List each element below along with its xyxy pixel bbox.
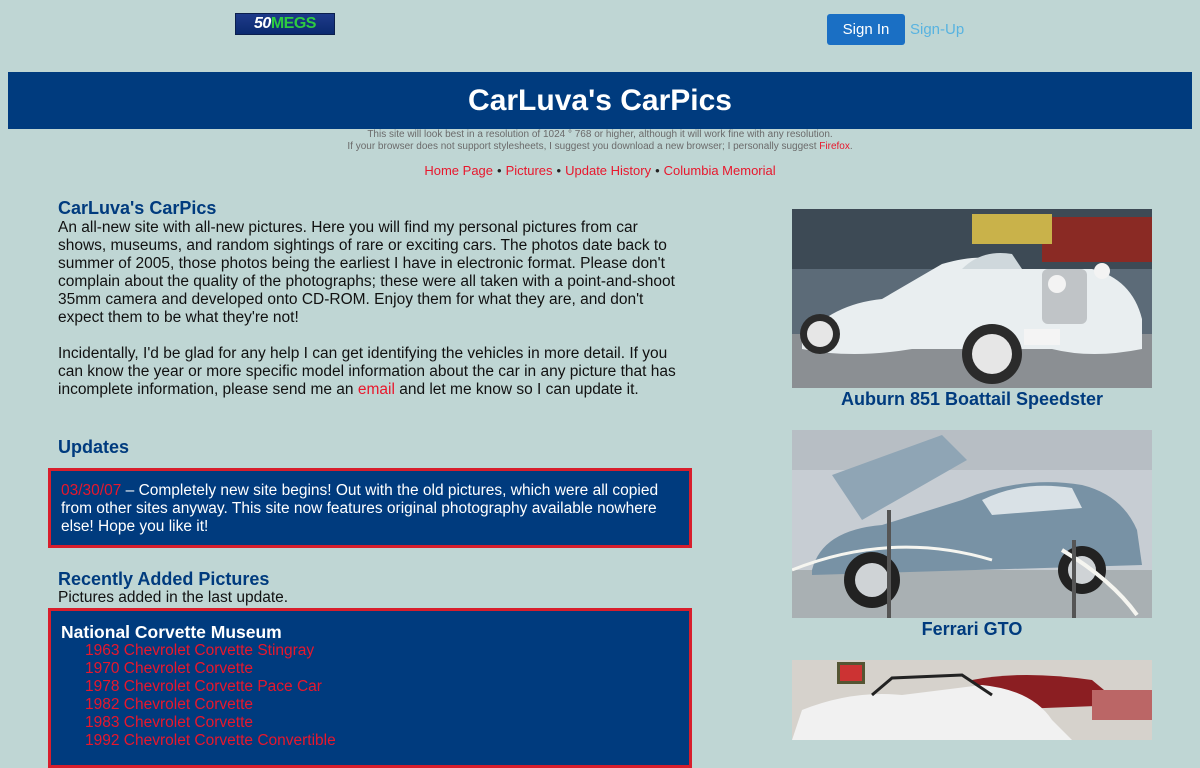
featured-caption[interactable]: Auburn 851 Boattail Speedster xyxy=(792,389,1152,410)
intro-section: CarLuva's CarPics An all-new site with a… xyxy=(58,198,688,399)
firefox-link[interactable]: Firefox xyxy=(819,141,850,152)
featured-photo-2[interactable]: Ferrari GTO xyxy=(792,430,1152,640)
nav-columbia-memorial[interactable]: Columbia Memorial xyxy=(664,163,776,178)
car-photo-white-roadster[interactable] xyxy=(792,209,1152,388)
site-title-banner: CarLuva's CarPics xyxy=(8,72,1192,129)
resolution-notice: This site will look best in a resolution… xyxy=(0,129,1200,153)
featured-photo-3[interactable] xyxy=(792,660,1152,740)
car-link[interactable]: 1963 Chevrolet Corvette Stingray xyxy=(85,642,679,660)
site-title: CarLuva's CarPics xyxy=(468,83,732,117)
car-link[interactable]: 1992 Chevrolet Corvette Convertible xyxy=(85,732,679,750)
nav-separator: • xyxy=(556,163,562,178)
featured-caption[interactable]: Ferrari GTO xyxy=(792,619,1152,640)
intro-paragraph-2: Incidentally, I'd be glad for any help I… xyxy=(58,345,676,398)
car-photo-blue-coupe[interactable] xyxy=(792,430,1152,618)
notice-line-1: This site will look best in a resolution… xyxy=(367,129,833,140)
car-link[interactable]: 1970 Chevrolet Corvette xyxy=(85,660,679,678)
nav-home-page[interactable]: Home Page xyxy=(424,163,493,178)
sign-up-link[interactable]: Sign-Up xyxy=(910,21,964,38)
main-nav: Home Page • Pictures • Update History • Columb… xyxy=(0,163,1200,178)
nav-separator: • xyxy=(497,163,502,178)
notice-line-2: If your browser does not support stylesh… xyxy=(347,141,853,152)
nav-separator: • xyxy=(655,163,660,178)
update-entry: 03/30/07 – Completely new site begins! O… xyxy=(48,468,692,548)
car-link[interactable]: 1983 Chevrolet Corvette xyxy=(85,714,679,732)
email-link[interactable]: email xyxy=(358,381,395,398)
car-photo-white-convertible[interactable] xyxy=(792,660,1152,740)
nav-update-history[interactable]: Update History xyxy=(565,163,651,178)
update-date: 03/30/07 xyxy=(61,482,122,499)
car-link[interactable]: 1982 Chevrolet Corvette xyxy=(85,696,679,714)
recent-pictures-box: National Corvette Museum 1963 Chevrolet … xyxy=(48,608,692,768)
recent-subtitle: Pictures added in the last update. xyxy=(58,589,289,606)
car-link[interactable]: 1978 Chevrolet Corvette Pace Car xyxy=(85,678,679,696)
recent-heading: Recently Added Pictures xyxy=(58,569,270,589)
nav-pictures[interactable]: Pictures xyxy=(506,163,553,178)
update-text: – Completely new site begins! Out with t… xyxy=(61,482,659,535)
sign-in-button[interactable]: Sign In xyxy=(827,14,905,45)
updates-heading: Updates xyxy=(58,437,130,457)
intro-heading: CarLuva's CarPics xyxy=(58,198,217,218)
top-bar: 50 MEGS Sign In Sign-Up xyxy=(0,0,1200,60)
featured-photo-1[interactable]: Auburn 851 Boattail Speedster xyxy=(792,209,1152,410)
50megs-logo[interactable]: 50 MEGS xyxy=(235,13,335,35)
intro-paragraph-1: An all-new site with all-new pictures. H… xyxy=(58,219,675,326)
museum-name: National Corvette Museum xyxy=(61,622,282,642)
